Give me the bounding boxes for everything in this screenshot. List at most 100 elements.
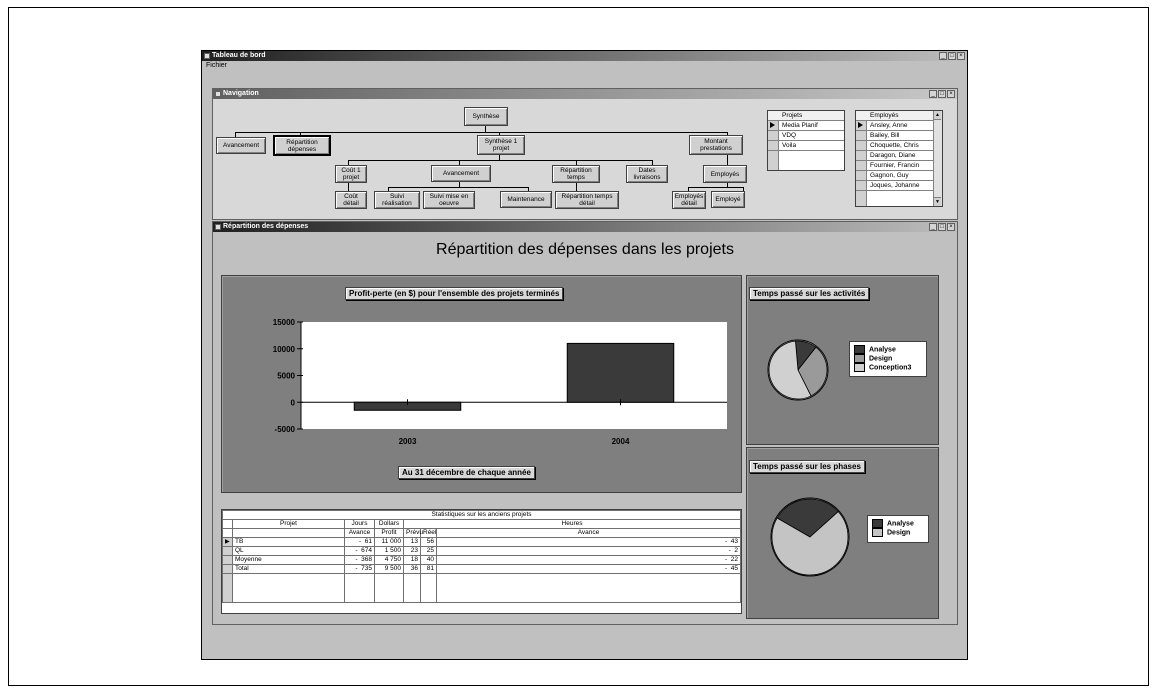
- repartition-temps-button[interactable]: Répartition temps: [552, 165, 600, 183]
- minimize-icon[interactable]: _: [939, 52, 947, 60]
- cell-avance-heures-value: 43: [730, 538, 738, 545]
- rep-maximize-icon[interactable]: □: [938, 223, 946, 231]
- stats-subheader-row: Avance Profit Prévu Réel Avance: [222, 528, 741, 538]
- legend-item: Analyse: [854, 345, 926, 354]
- app-window: Tableau de bord _ □ × Fichier Navigation…: [201, 50, 968, 660]
- table-empty-row: [222, 573, 741, 603]
- employes-grid[interactable]: Employés Ansley, Anne Bailey, Bill Choqu…: [855, 110, 943, 207]
- empty-cell: [344, 573, 375, 603]
- projets-row[interactable]: Voila: [768, 141, 844, 151]
- maintenance-button[interactable]: Maintenance: [500, 191, 552, 208]
- legend-item: Conception3: [854, 363, 926, 372]
- empty-cell: [232, 573, 345, 603]
- close-icon[interactable]: ×: [957, 52, 965, 60]
- row-selector: [222, 573, 233, 603]
- employes-row[interactable]: Choquette, Chris: [856, 141, 942, 151]
- legend-swatch: [854, 354, 865, 363]
- legend-label: Conception3: [869, 364, 912, 372]
- empty-cell: [420, 573, 437, 603]
- header-avance-heures: Avance: [436, 528, 741, 538]
- tree-line: [235, 132, 727, 133]
- app-icon: [204, 53, 210, 59]
- avancement-button[interactable]: Avancement: [216, 137, 266, 154]
- pie-phases-panel: Temps passé sur les phases Analyse Desig…: [746, 447, 939, 619]
- cell-avance: - 735: [344, 564, 375, 574]
- cell-avance-value: 61: [364, 538, 372, 545]
- employes-row[interactable]: Daragon, Diane: [856, 151, 942, 161]
- projets-row[interactable]: VDQ: [768, 131, 844, 141]
- repartition-depenses-button[interactable]: Répartition dépenses: [273, 135, 331, 156]
- tree-line: [348, 160, 652, 161]
- nav-close-icon[interactable]: ×: [947, 90, 955, 98]
- employes-header: Employés: [856, 111, 942, 121]
- app-titlebar[interactable]: Tableau de bord _ □ ×: [202, 51, 967, 61]
- empty-cell: [374, 573, 404, 603]
- repartition-titlebar[interactable]: Répartition des dépenses _ □ ×: [213, 222, 957, 232]
- pie-activites-legend: Analyse Design Conception3: [849, 341, 927, 377]
- header-dollars: Dollars: [374, 519, 404, 529]
- employes-row[interactable]: Gagnon, Guy: [856, 171, 942, 181]
- repartition-temps-detail-button[interactable]: Répartition temps détail: [555, 191, 619, 209]
- table-row[interactable]: Moyenne - 368 4 750 18 40 - 22: [222, 555, 741, 565]
- cell-prevu: 36: [403, 564, 421, 574]
- row-selector[interactable]: [222, 564, 233, 574]
- table-row[interactable]: QL - 674 1 500 23 25 - 2: [222, 546, 741, 556]
- synthese-button[interactable]: Synthèse: [464, 107, 508, 126]
- selector-header: [222, 519, 233, 529]
- tree-line: [388, 187, 528, 188]
- suivi-mise-en-oeuvre-button[interactable]: Suivi mise en oeuvre: [423, 191, 475, 209]
- employes-row[interactable]: Bailey, Bill: [856, 131, 942, 141]
- employes-scrollbar[interactable]: ▲ ▼: [933, 111, 942, 206]
- avancement-2-button[interactable]: Avancement: [431, 165, 491, 182]
- montant-prestations-button[interactable]: Montant prestations: [689, 135, 743, 155]
- stats-table-container[interactable]: Statistiques sur les anciens projets Pro…: [221, 509, 742, 614]
- cout-1-projet-button[interactable]: Coût 1 projet: [335, 165, 367, 183]
- header-profit: Profit: [374, 528, 404, 538]
- employes-button[interactable]: Employés: [703, 165, 747, 183]
- menu-fichier[interactable]: Fichier: [206, 62, 227, 69]
- dates-livraisons-button[interactable]: Dates livraisons: [626, 165, 668, 183]
- header-projet: Projet: [232, 519, 345, 529]
- cell-avance-heures: - 2: [436, 546, 741, 556]
- row-selector[interactable]: [222, 546, 233, 556]
- y-tick-label: -5000: [275, 425, 296, 434]
- cell-avance-heures-value: 2: [734, 547, 738, 554]
- cell-avance-value: 735: [361, 565, 372, 572]
- synthese-1-projet-button[interactable]: Synthèse 1 projet: [477, 135, 525, 155]
- employe-button[interactable]: Employé: [711, 191, 745, 208]
- scroll-up-icon[interactable]: ▲: [934, 111, 941, 120]
- bar: [566, 342, 675, 403]
- app-title: Tableau de bord: [212, 52, 266, 59]
- navigation-titlebar[interactable]: Navigation _ □ ×: [213, 89, 957, 99]
- maximize-icon[interactable]: □: [948, 52, 956, 60]
- cell-prevu: 13: [403, 537, 421, 547]
- legend-label: Design: [869, 355, 893, 363]
- rep-close-icon[interactable]: ×: [947, 223, 955, 231]
- scroll-down-icon[interactable]: ▼: [934, 197, 941, 206]
- projets-header: Projets: [768, 111, 844, 121]
- cell-avance: - 368: [344, 555, 375, 565]
- nav-maximize-icon[interactable]: □: [938, 90, 946, 98]
- employes-row[interactable]: Fournier, Francin: [856, 161, 942, 171]
- cout-detail-button[interactable]: Coût détail: [335, 191, 367, 209]
- tree-line: [688, 187, 743, 188]
- rep-minimize-icon[interactable]: _: [929, 223, 937, 231]
- cell-avance-heures: - 45: [436, 564, 741, 574]
- employes-detail-button[interactable]: Employés détail: [672, 191, 706, 209]
- projets-row[interactable]: Media Planif: [768, 121, 844, 131]
- table-row[interactable]: Total - 735 9 500 36 81 - 45: [222, 564, 741, 574]
- selector-subheader: [222, 528, 233, 538]
- header-prevu: Prévu: [403, 528, 423, 538]
- legend-label: Design: [887, 529, 911, 537]
- employes-row[interactable]: Ansley, Anne: [856, 121, 942, 131]
- current-row-arrow-icon: [770, 122, 775, 128]
- legend-item: Analyse: [872, 519, 928, 528]
- employes-row[interactable]: Joques, Johanne: [856, 181, 942, 191]
- bar-chart-panel: Profit-perte (en $) pour l'ensemble des …: [221, 275, 742, 493]
- row-selector[interactable]: [222, 555, 233, 565]
- table-row[interactable]: ▶ TB - 61 11 000 13 56 - 43: [222, 537, 741, 547]
- nav-minimize-icon[interactable]: _: [929, 90, 937, 98]
- projets-grid[interactable]: Projets Media Planif VDQ Voila: [767, 110, 845, 171]
- legend-swatch: [872, 519, 883, 528]
- suivi-realisation-button[interactable]: Suivi réalisation: [374, 191, 420, 209]
